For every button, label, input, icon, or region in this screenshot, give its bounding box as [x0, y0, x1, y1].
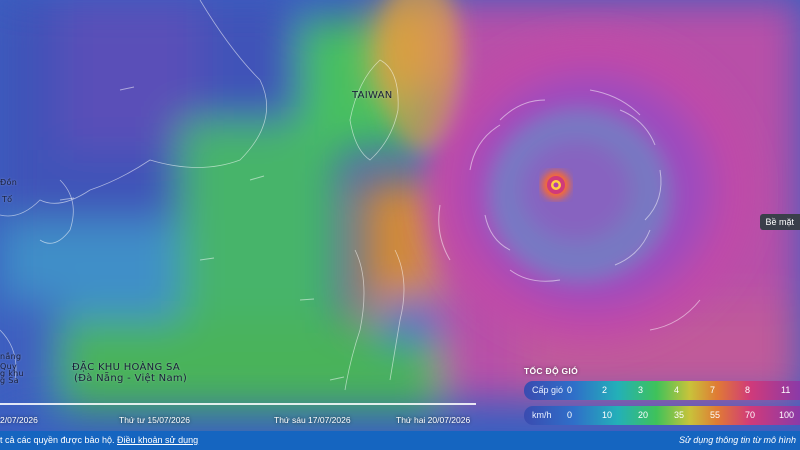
timeline-date[interactable]: Thứ tư 15/07/2026	[119, 415, 190, 425]
place-fragment: Tố	[2, 195, 13, 204]
legend-value: 4	[674, 385, 680, 395]
legend-title: TỐC ĐỘ GIÓ	[524, 366, 578, 376]
legend-row-label: Cấp gió	[532, 385, 564, 395]
footer-bar: t cả các quyền được bảo hộ. Điều khoản s…	[0, 431, 800, 450]
place-fragment: nắng	[0, 352, 22, 361]
place-fragment: g Sa	[0, 376, 19, 385]
timeline[interactable]: 2/07/2026 Thứ tư 15/07/2026 Thứ sáu 17/0…	[0, 400, 480, 428]
footer-source: Sử dụng thông tin từ mô hình	[679, 435, 796, 445]
wind-speed-legend: TỐC ĐỘ GIÓ Cấp gió 0 2 3 4 7 8 11 km/h 0…	[524, 366, 800, 431]
terms-link[interactable]: Điều khoản sử dụng	[117, 435, 198, 445]
timeline-track[interactable]	[0, 403, 476, 405]
rights-text: t cả các quyền được bảo hộ.	[0, 435, 115, 445]
legend-value: 8	[745, 385, 751, 395]
legend-value: 0	[567, 385, 573, 395]
legend-value: 11	[781, 385, 791, 395]
timeline-date[interactable]: Thứ hai 20/07/2026	[396, 415, 470, 425]
footer-rights: t cả các quyền được bảo hộ. Điều khoản s…	[0, 435, 198, 445]
legend-value: 55	[710, 410, 721, 420]
legend-row-kmh: km/h 0 10 20 35 55 70 100	[524, 406, 800, 425]
legend-value: 7	[710, 385, 716, 395]
hoang-sa-label: ĐẶC KHU HOÀNG SA	[72, 362, 180, 373]
timeline-date[interactable]: 2/07/2026	[0, 415, 38, 425]
legend-value: 100	[779, 410, 795, 420]
legend-value: 2	[602, 385, 608, 395]
taiwan-label: TAIWAN	[352, 90, 393, 101]
place-fragment: Đồn	[0, 178, 18, 187]
hoang-sa-sublabel: (Đà Nẵng - Việt Nam)	[74, 373, 188, 384]
legend-value: 20	[638, 410, 649, 420]
storm-eye	[542, 171, 570, 199]
legend-row-label: km/h	[532, 410, 552, 420]
legend-value: 70	[745, 410, 756, 420]
legend-row-beaufort: Cấp gió 0 2 3 4 7 8 11	[524, 381, 800, 400]
legend-value: 35	[674, 410, 685, 420]
legend-value: 3	[638, 385, 644, 395]
timeline-date[interactable]: Thứ sáu 17/07/2026	[274, 415, 351, 425]
legend-value: 10	[602, 410, 613, 420]
legend-value: 0	[567, 410, 573, 420]
surface-layer-button[interactable]: Bề mặt	[760, 214, 800, 230]
